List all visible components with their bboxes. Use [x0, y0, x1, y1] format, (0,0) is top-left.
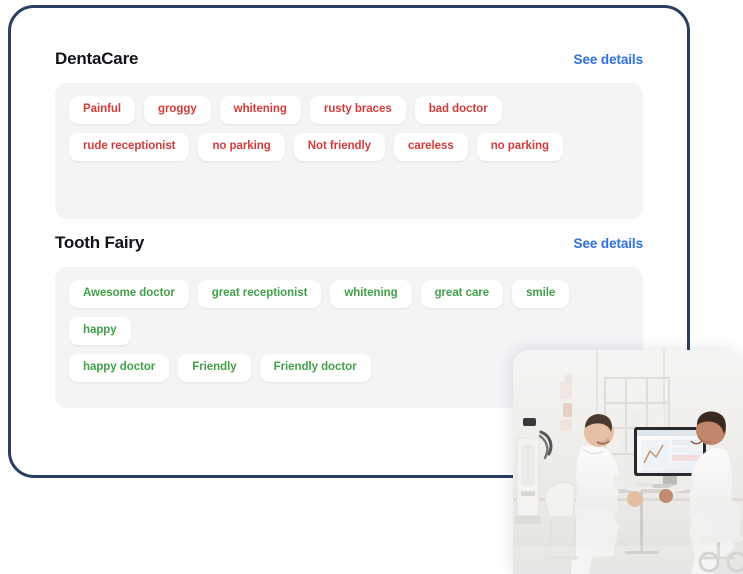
- section-header-toothfairy: Tooth Fairy See details: [55, 232, 643, 256]
- clinic-photo: [513, 350, 743, 574]
- tag-chip[interactable]: Friendly: [178, 354, 251, 382]
- tag-chip[interactable]: bad doctor: [414, 96, 502, 124]
- tag-chip[interactable]: Not friendly: [293, 133, 386, 161]
- tag-chip[interactable]: no parking: [476, 133, 563, 161]
- page-title-toothfairy: Tooth Fairy: [55, 233, 145, 252]
- tag-chip[interactable]: Friendly doctor: [259, 354, 371, 382]
- page-title-dentacare: DentaCare: [55, 49, 139, 68]
- tag-chip[interactable]: smile: [512, 280, 570, 308]
- tag-chip[interactable]: happy doctor: [69, 354, 170, 382]
- tag-row: Awesome doctor great receptionist whiten…: [69, 280, 629, 345]
- see-details-link-toothfairy[interactable]: See details: [574, 235, 644, 253]
- tag-chip[interactable]: great care: [420, 280, 504, 308]
- see-details-link-dentacare[interactable]: See details: [574, 51, 644, 69]
- tag-chip[interactable]: groggy: [144, 96, 211, 124]
- tag-chip[interactable]: happy: [69, 317, 131, 345]
- tag-chip[interactable]: rusty braces: [309, 96, 406, 124]
- tag-panel-dentacare: Painful groggy whitening rusty braces ba…: [55, 83, 643, 219]
- section-header-dentacare: DentaCare See details: [55, 48, 643, 72]
- tag-row: rude receptionist no parking Not friendl…: [69, 133, 629, 161]
- tag-chip[interactable]: Painful: [69, 96, 135, 124]
- tag-chip[interactable]: whitening: [219, 96, 301, 124]
- tag-row: Painful groggy whitening rusty braces ba…: [69, 96, 629, 124]
- tag-chip[interactable]: whitening: [330, 280, 412, 308]
- tag-chip[interactable]: Awesome doctor: [69, 280, 189, 308]
- tag-chip[interactable]: great receptionist: [197, 280, 322, 308]
- clinic-photo-card: [513, 350, 743, 574]
- tag-chip[interactable]: rude receptionist: [69, 133, 190, 161]
- tag-chip[interactable]: no parking: [198, 133, 285, 161]
- tag-chip[interactable]: careless: [394, 133, 468, 161]
